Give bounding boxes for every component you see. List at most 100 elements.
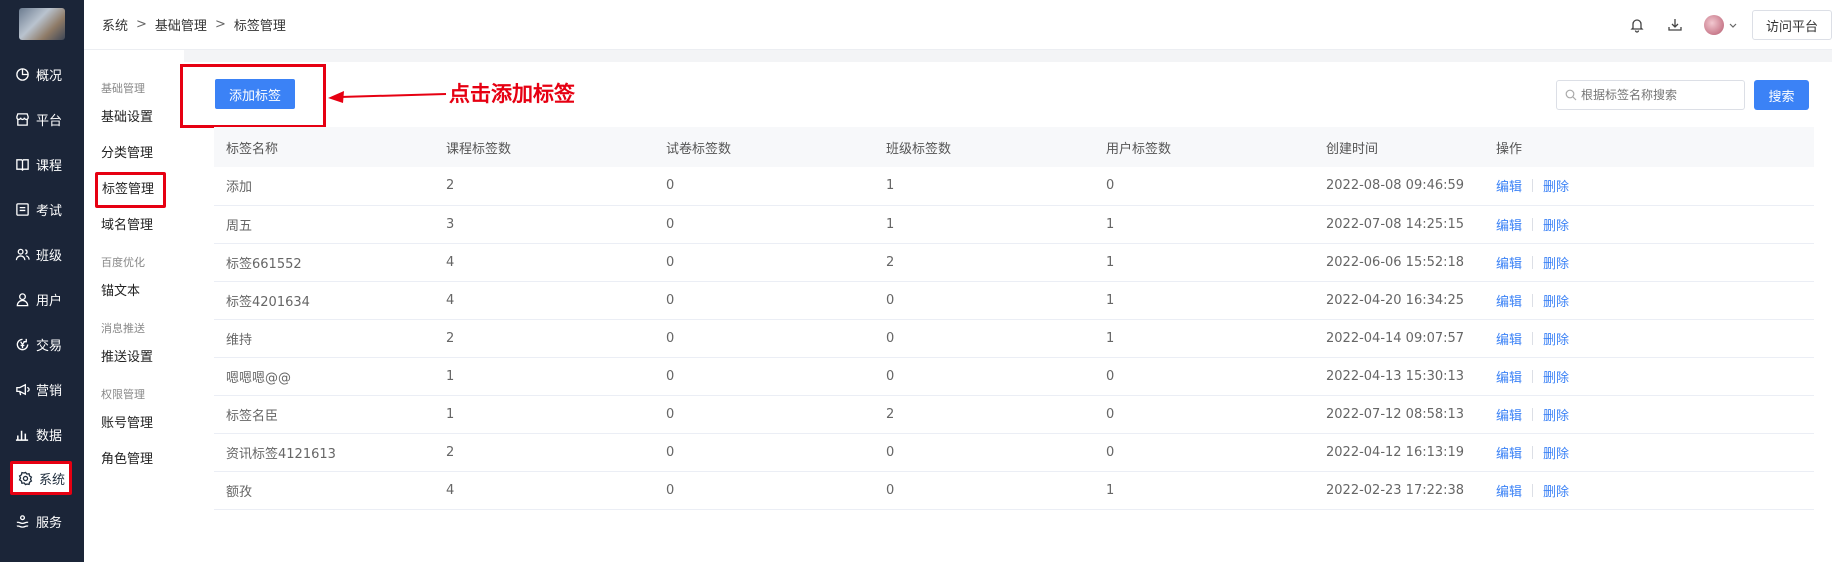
nav-item-7[interactable]: 营销 [0,367,84,412]
nav-item-5[interactable]: 用户 [0,277,84,322]
table-cell: 2022-04-12 16:13:19 [1326,444,1465,460]
search-button[interactable]: 搜索 [1754,80,1809,110]
edit-link[interactable]: 编辑 [1496,443,1522,462]
table-cell-actions: 编辑 删除 [1484,357,1814,395]
delete-link[interactable]: 删除 [1543,215,1569,234]
action-divider [1532,331,1534,345]
table-cell: 0 [1106,178,1115,194]
edit-link[interactable]: 编辑 [1496,253,1522,272]
search-icon [1565,89,1577,101]
breadcrumb: 系统 > 基础管理 > 标签管理 [102,15,286,34]
delete-link[interactable]: 删除 [1543,405,1569,424]
nav-item-2[interactable]: 课程 [0,142,84,187]
sub-menu: 基础管理 基础设置 分类管理 标签管理 域名管理 百度优化 锚文本 消息推送 推送设置 权限管理账… [84,50,184,562]
edit-link[interactable]: 编辑 [1496,329,1522,348]
table-cell: 1 [1106,482,1115,498]
nav-item-6[interactable]: 交易 [0,322,84,367]
chevron-down-icon[interactable] [1728,16,1738,34]
nav-item-label: 平台 [36,114,63,129]
breadcrumb-item-basic[interactable]: 基础管理 [155,15,207,34]
edit-link[interactable]: 编辑 [1496,215,1522,234]
action-divider [1532,369,1534,383]
delete-link[interactable]: 删除 [1543,329,1569,348]
nav-item-1[interactable]: 平台 [0,97,84,142]
nav-item-label: 班级 [36,249,63,264]
table-cell: 0 [666,330,675,346]
avatar[interactable] [1703,15,1724,35]
breadcrumb-separator: > [214,17,226,32]
breadcrumb-item-current: 标签管理 [233,19,286,34]
nav-item-3[interactable]: 考试 [0,187,84,232]
nav-item-9[interactable]: 系统 [10,461,72,495]
table-cell-actions: 编辑 删除 [1484,205,1814,243]
table-cell: 0 [886,368,895,384]
table-cell: 0 [666,216,675,232]
table-cell: 0 [666,254,675,270]
store-icon [14,112,30,128]
column-header: 用户标签数 [1106,141,1172,157]
add-tag-button[interactable]: 添加标签 [215,79,295,109]
table-row: 额孜 4 0 0 1 2022-02-23 17:22:38 编辑 删除 [214,471,1814,509]
submenu-item[interactable]: 账号管理 [84,406,184,442]
breadcrumb-item-system[interactable]: 系统 [102,15,128,34]
table-cell: 标签4201634 [226,294,310,310]
nav-item-0[interactable]: 概况 [0,52,84,97]
table-cell: 标签名臣 [226,408,279,424]
table-header-row: 标签名称 课程标签数 试卷标签数 班级标签数 用户标签数 创建时间 操作 [214,127,1814,167]
edit-link[interactable]: 编辑 [1496,481,1522,500]
submenu-item[interactable]: 推送设置 [84,340,184,376]
main-content: 添加标签 点击添加标签 搜索 标签名称 课程标签数 试卷标签数 班级标签数 用户标签数 创… [180,50,1832,562]
table-row: 标签名臣 1 0 2 0 2022-07-12 08:58:13 编辑 删除 [214,395,1814,433]
table-cell: 2022-04-14 09:07:57 [1326,330,1465,346]
submenu-item[interactable]: 角色管理 [84,442,184,478]
table-cell: 1 [1106,292,1115,308]
search-box[interactable] [1556,80,1745,110]
table-cell: 2022-07-12 08:58:13 [1326,406,1465,422]
action-divider [1532,179,1534,193]
table-row: 资讯标签4121613 2 0 0 0 2022-04-12 16:13:19 编辑 删除 [214,433,1814,471]
row-actions: 编辑 删除 [1496,291,1814,310]
table-cell: 2022-04-20 16:34:25 [1326,292,1465,308]
delete-link[interactable]: 删除 [1543,367,1569,386]
submenu-item[interactable]: 标签管理 [95,172,166,208]
delete-link[interactable]: 删除 [1543,443,1569,462]
clock-pie-icon [14,67,30,83]
delete-link[interactable]: 删除 [1543,253,1569,272]
submenu-item[interactable]: 基础设置 [84,100,184,136]
table-cell: 2022-08-08 09:46:59 [1326,178,1465,194]
nav-item-4[interactable]: 班级 [0,232,84,277]
delete-link[interactable]: 删除 [1543,291,1569,310]
column-header: 操作 [1496,141,1523,157]
nav-item-8[interactable]: 数据 [0,412,84,457]
delete-link[interactable]: 删除 [1543,176,1569,195]
logo [19,8,65,40]
nav-item-10[interactable]: 服务 [0,499,84,544]
search-input[interactable] [1581,88,1741,102]
download-icon[interactable] [1666,16,1684,34]
table-cell: 1 [1106,330,1115,346]
submenu-item[interactable]: 域名管理 [84,208,184,244]
submenu-item[interactable]: 锚文本 [84,274,184,310]
table-cell: 嗯嗯嗯@@ [226,370,292,386]
yen-circle-icon [14,337,30,353]
table-cell: 0 [666,292,675,308]
table-cell-actions: 编辑 删除 [1484,243,1814,281]
table-cell: 2022-02-23 17:22:38 [1326,482,1465,498]
table-cell-actions: 编辑 删除 [1484,433,1814,471]
table-cell: 1 [1106,216,1115,232]
edit-link[interactable]: 编辑 [1496,367,1522,386]
bell-icon[interactable] [1628,16,1646,34]
visit-platform-button[interactable]: 访问平台 [1751,10,1832,40]
nav-item-label: 营销 [36,384,63,399]
table-cell: 周五 [226,218,253,234]
submenu-item[interactable]: 分类管理 [84,136,184,172]
table-row: 标签661552 4 0 2 1 2022-06-06 15:52:18 编辑 删除 [214,243,1814,281]
edit-link[interactable]: 编辑 [1496,176,1522,195]
row-actions: 编辑 删除 [1496,253,1814,272]
edit-link[interactable]: 编辑 [1496,405,1522,424]
edit-link[interactable]: 编辑 [1496,291,1522,310]
delete-link[interactable]: 删除 [1543,481,1569,500]
bar-chart-icon [14,427,30,443]
table-cell-actions: 编辑 删除 [1484,319,1814,357]
table-cell: 0 [1106,444,1115,460]
